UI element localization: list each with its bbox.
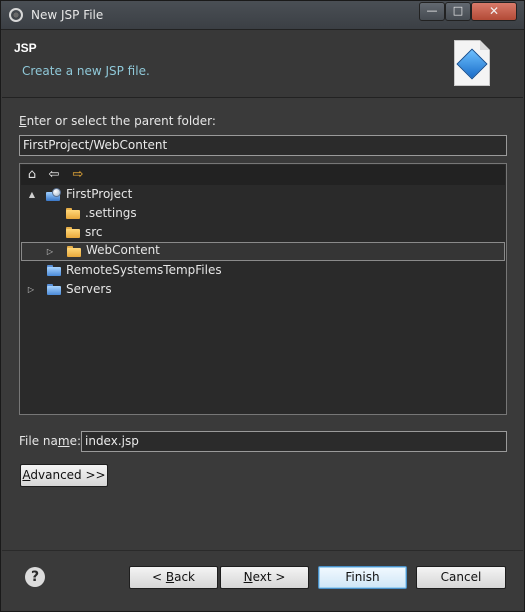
tree-item-label: RemoteSystemsTempFiles bbox=[66, 263, 222, 277]
expand-arrow-icon[interactable]: ▷ bbox=[26, 280, 36, 299]
tree-item-label: FirstProject bbox=[66, 187, 133, 201]
tree-item-firstproject[interactable]: ▲ FirstProject bbox=[21, 185, 505, 204]
tree-item-src[interactable]: src bbox=[21, 223, 505, 242]
tree-item-label: src bbox=[85, 225, 103, 239]
home-icon[interactable]: ⌂ bbox=[25, 168, 39, 182]
title-bar[interactable]: New JSP File — □ ✕ bbox=[1, 1, 524, 30]
folder-icon bbox=[47, 265, 61, 276]
file-name-label: File name: bbox=[19, 434, 81, 448]
window-title: New JSP File bbox=[31, 8, 104, 22]
wizard-description: Create a new JSP file. bbox=[22, 64, 150, 78]
eclipse-icon bbox=[9, 8, 23, 22]
minimize-button[interactable]: — bbox=[419, 2, 445, 21]
collapse-arrow-icon[interactable]: ▲ bbox=[27, 185, 37, 204]
back-button[interactable]: < Back bbox=[129, 566, 218, 589]
folder-icon bbox=[66, 227, 80, 238]
tree-toolbar: ⌂ ⇦ ⇨ bbox=[21, 165, 505, 185]
parent-folder-input[interactable]: FirstProject/WebContent bbox=[19, 135, 507, 156]
cancel-button[interactable]: Cancel bbox=[416, 566, 506, 589]
folder-icon bbox=[67, 246, 81, 257]
wizard-header: JSP Create a new JSP file. bbox=[2, 30, 523, 98]
next-button[interactable]: Next > bbox=[220, 566, 309, 589]
wizard-title: JSP bbox=[14, 41, 37, 55]
web-project-icon bbox=[46, 188, 62, 201]
folder-icon bbox=[47, 284, 61, 295]
tree-item-label: WebContent bbox=[86, 243, 160, 257]
header-divider bbox=[2, 97, 523, 98]
tree-item-remotesystemstempfiles[interactable]: RemoteSystemsTempFiles bbox=[21, 261, 505, 280]
tree-item-settings[interactable]: .settings bbox=[21, 204, 505, 223]
expand-arrow-icon[interactable]: ▷ bbox=[45, 242, 55, 261]
jsp-wizard-icon bbox=[454, 40, 490, 86]
parent-folder-label: Enter or select the parent folder: bbox=[19, 114, 216, 128]
folder-icon bbox=[66, 208, 80, 219]
finish-button[interactable]: Finish bbox=[318, 566, 407, 589]
folder-tree[interactable]: ⌂ ⇦ ⇨ ▲ FirstProject .settings src ▷ Web… bbox=[19, 163, 507, 415]
new-jsp-file-dialog: New JSP File — □ ✕ JSP Create a new JSP … bbox=[0, 0, 525, 612]
close-button[interactable]: ✕ bbox=[471, 2, 517, 21]
file-name-input[interactable]: index.jsp bbox=[81, 431, 507, 452]
forward-arrow-icon[interactable]: ⇨ bbox=[71, 168, 85, 182]
tree-item-servers[interactable]: ▷ Servers bbox=[21, 280, 505, 299]
back-arrow-icon[interactable]: ⇦ bbox=[47, 168, 61, 182]
maximize-button[interactable]: □ bbox=[445, 2, 471, 21]
footer-divider bbox=[2, 550, 523, 551]
tree-item-label: .settings bbox=[85, 206, 137, 220]
help-icon[interactable]: ? bbox=[25, 567, 45, 587]
tree-item-webcontent[interactable]: ▷ WebContent bbox=[21, 242, 505, 261]
tree-item-label: Servers bbox=[66, 282, 112, 296]
advanced-button[interactable]: Advanced >> bbox=[20, 464, 108, 487]
